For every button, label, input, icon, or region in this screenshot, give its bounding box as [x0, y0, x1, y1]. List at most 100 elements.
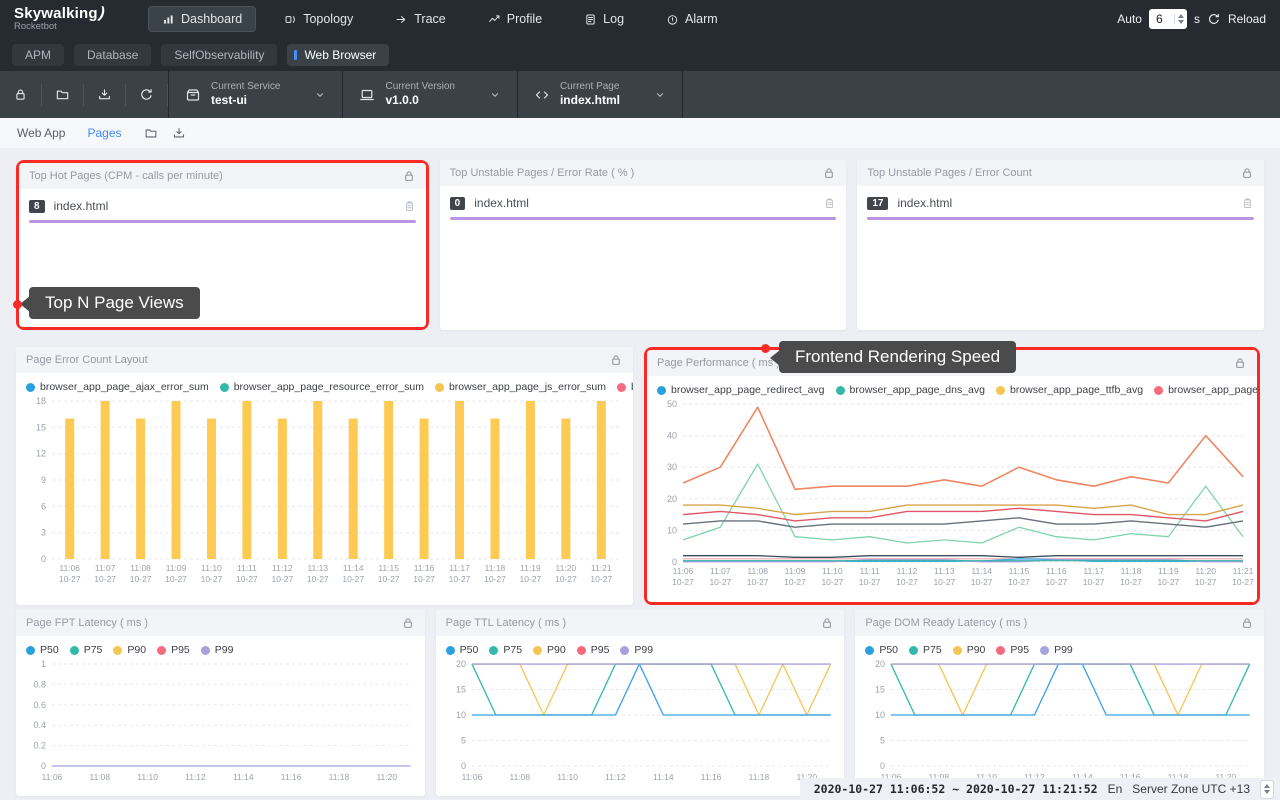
svg-text:10-27: 10-27: [821, 577, 843, 587]
legend-item[interactable]: browser_app_page_ajax_error_sum: [26, 381, 209, 393]
legend-item[interactable]: P50: [26, 644, 59, 656]
lock-icon[interactable]: [1240, 616, 1254, 630]
svg-text:15: 15: [36, 422, 46, 432]
subnav-item-selfobservability[interactable]: SelfObservability: [161, 44, 277, 66]
legend-item[interactable]: P95: [996, 644, 1029, 656]
lock-tool-icon[interactable]: [0, 84, 42, 106]
time-range[interactable]: 2020-10-27 11:06:52 ~ 2020-10-27 11:21:5…: [814, 782, 1098, 796]
legend-dot: [157, 646, 166, 655]
svg-text:10-27: 10-27: [933, 577, 955, 587]
svg-text:18: 18: [36, 396, 46, 406]
logo-title: Skywalking: [14, 6, 98, 22]
annotated-top-hot-pages: Top Hot Pages (CPM - calls per minute) 8…: [16, 160, 429, 330]
svg-text:11:09: 11:09: [785, 566, 806, 576]
svg-text:11:08: 11:08: [130, 563, 151, 573]
legend-item[interactable]: browser_app_page_dns_avg: [836, 384, 985, 396]
download-icon[interactable]: [172, 126, 186, 140]
auto-interval-input[interactable]: 6: [1149, 9, 1187, 29]
legend-dot: [996, 646, 1005, 655]
svg-text:11:12: 11:12: [897, 566, 918, 576]
panel-error-count: Top Unstable Pages / Error Count 17index…: [857, 160, 1264, 330]
legend-item[interactable]: P95: [577, 644, 610, 656]
legend-item[interactable]: P90: [533, 644, 566, 656]
legend-item[interactable]: P75: [489, 644, 522, 656]
legend-item[interactable]: P75: [909, 644, 942, 656]
legend-dot: [533, 646, 542, 655]
svg-text:10-27: 10-27: [1083, 577, 1105, 587]
svg-text:11:15: 11:15: [1009, 566, 1030, 576]
auto-unit: s: [1194, 12, 1200, 26]
legend-item[interactable]: P90: [953, 644, 986, 656]
legend-item[interactable]: P90: [113, 644, 146, 656]
refresh-controls: Auto 6 s Reload: [1117, 9, 1266, 29]
legend-item[interactable]: P99: [620, 644, 653, 656]
lock-icon[interactable]: [820, 616, 834, 630]
lock-icon[interactable]: [401, 616, 415, 630]
svg-text:11:12: 11:12: [272, 563, 293, 573]
svg-text:40: 40: [667, 431, 677, 441]
legend-item[interactable]: P50: [446, 644, 479, 656]
copy-icon[interactable]: [1241, 197, 1254, 210]
auto-label: Auto: [1117, 12, 1142, 26]
lock-icon[interactable]: [1240, 166, 1254, 180]
legend-item[interactable]: browser_app_page_tcp_avg: [1154, 384, 1257, 396]
page-tabs: Web App Pages: [0, 118, 1280, 148]
legend-item[interactable]: browser_app_page_ttfb_avg: [996, 384, 1143, 396]
legend-item[interactable]: browser_a: [617, 381, 633, 393]
reload-button[interactable]: Reload: [1228, 12, 1266, 26]
tab-pages[interactable]: Pages: [87, 126, 121, 140]
legend-item[interactable]: browser_app_page_js_error_sum: [435, 381, 606, 393]
refresh-tool-icon[interactable]: [126, 84, 168, 106]
legend-dot: [435, 383, 444, 392]
svg-text:50: 50: [667, 399, 677, 409]
server-zone-stepper[interactable]: [1260, 780, 1274, 799]
auto-interval-stepper[interactable]: [1174, 14, 1184, 24]
language-selector[interactable]: En: [1108, 782, 1123, 796]
svg-text:10-27: 10-27: [165, 574, 187, 584]
legend-item[interactable]: browser_app_page_resource_error_sum: [220, 381, 424, 393]
folder-icon[interactable]: [144, 126, 158, 140]
subnav-item-database[interactable]: Database: [74, 44, 151, 66]
svg-text:20: 20: [875, 659, 885, 669]
lock-icon[interactable]: [402, 169, 416, 183]
svg-text:11:13: 11:13: [934, 566, 955, 576]
value-bar: [29, 220, 416, 223]
download-tool-icon[interactable]: [84, 84, 126, 106]
subnav-item-apm[interactable]: APM: [12, 44, 64, 66]
legend-item[interactable]: P99: [1040, 644, 1073, 656]
lock-icon[interactable]: [609, 353, 623, 367]
selector-current-service[interactable]: Current Servicetest-ui: [169, 81, 342, 109]
selector-current-version[interactable]: Current Versionv1.0.0: [343, 81, 516, 109]
copy-icon[interactable]: [823, 197, 836, 210]
nav-item-trace[interactable]: Trace: [381, 6, 460, 32]
nav-item-log[interactable]: Log: [570, 6, 638, 32]
main-nav: Dashboard Topology Trace Profile Log Alarm: [148, 6, 746, 32]
lock-icon[interactable]: [1233, 356, 1247, 370]
nav-item-alarm[interactable]: Alarm: [652, 6, 732, 32]
svg-text:30: 30: [667, 462, 677, 472]
svg-text:11:18: 11:18: [485, 563, 506, 573]
folder-tool-icon[interactable]: [42, 84, 84, 106]
legend-item[interactable]: P75: [70, 644, 103, 656]
lock-icon[interactable]: [822, 166, 836, 180]
selector-current-page[interactable]: Current Pageindex.html: [518, 81, 682, 109]
nav-item-dashboard[interactable]: Dashboard: [148, 6, 256, 32]
svg-text:10-27: 10-27: [709, 577, 731, 587]
svg-text:0: 0: [41, 761, 46, 771]
subnav-item-web-browser[interactable]: Web Browser: [287, 44, 389, 66]
copy-icon[interactable]: [403, 200, 416, 213]
legend-dot: [113, 646, 122, 655]
auto-interval-value[interactable]: 6: [1156, 12, 1174, 26]
svg-text:10-27: 10-27: [896, 577, 918, 587]
panel-title: Page Performance ( ms ): [657, 357, 780, 369]
svg-text:11:20: 11:20: [556, 563, 577, 573]
legend-item[interactable]: P95: [157, 644, 190, 656]
legend-item[interactable]: P99: [201, 644, 234, 656]
nav-item-profile[interactable]: Profile: [474, 6, 556, 32]
reload-icon[interactable]: [1207, 12, 1221, 26]
nav-item-topology[interactable]: Topology: [270, 6, 367, 32]
legend-item[interactable]: browser_app_page_redirect_avg: [657, 384, 825, 396]
panel-page-performance: Page Performance ( ms ) browser_app_page…: [647, 350, 1257, 602]
tab-web-app[interactable]: Web App: [17, 126, 65, 140]
legend-item[interactable]: P50: [865, 644, 898, 656]
